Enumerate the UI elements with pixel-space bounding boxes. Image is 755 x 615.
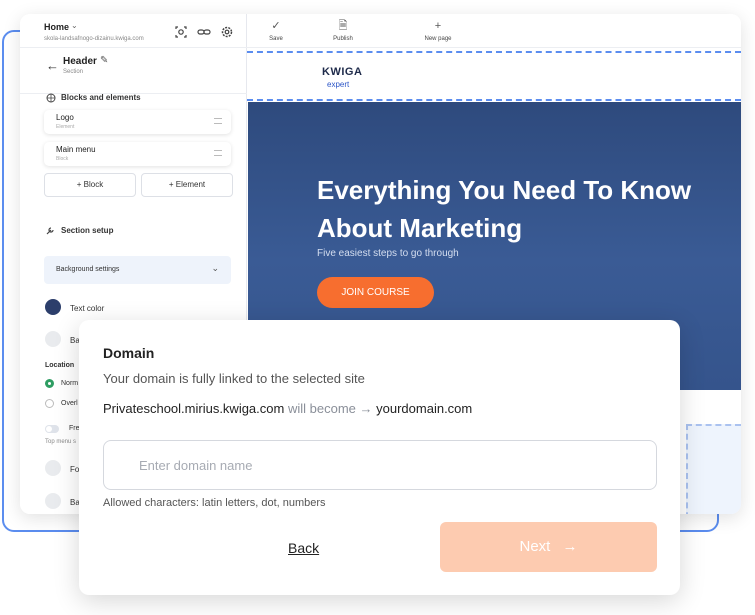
element-title: Logo	[56, 113, 74, 122]
gear-icon[interactable]	[220, 25, 234, 39]
hero-title: Everything You Need To Know About Market…	[317, 175, 692, 243]
element-title: Main menu	[56, 145, 96, 154]
domain-name-input[interactable]	[103, 440, 657, 490]
section-type: Section	[63, 69, 84, 75]
overlay-radio[interactable]	[45, 399, 54, 408]
allowed-characters-hint: Allowed characters: latin letters, dot, …	[103, 497, 326, 509]
editor-toolbar: ✓ Save 🗎 Publish + New page	[247, 14, 741, 48]
new-domain: yourdomain.com	[376, 401, 473, 416]
domain-change-line: Privateschool.mirius.kwiga.com will beco…	[103, 401, 472, 416]
location-label: Location	[45, 362, 75, 369]
current-domain: Privateschool.mirius.kwiga.com	[103, 401, 285, 416]
publish-button[interactable]: 🗎 Publish	[329, 19, 357, 42]
background2-color-swatch[interactable]	[45, 493, 61, 509]
pencil-icon[interactable]: ✎	[100, 55, 108, 66]
will-become-text: will become	[287, 401, 356, 416]
kwiga-logo-sub: expert	[327, 80, 350, 89]
domain-modal: Domain Your domain is fully linked to th…	[79, 320, 680, 595]
background-color-swatch[interactable]	[45, 331, 61, 347]
save-button[interactable]: ✓ Save	[268, 19, 284, 42]
text-color-label: Text color	[70, 304, 105, 313]
normal-radio[interactable]	[45, 379, 54, 388]
save-label: Save	[269, 36, 283, 42]
header-section-preview[interactable]: KWIGA expert	[247, 51, 741, 101]
element-type: Element	[56, 124, 75, 130]
fixed-toggle[interactable]	[45, 425, 59, 433]
new-page-button[interactable]: + New page	[421, 19, 455, 42]
kwiga-logo-text: KWIGA	[322, 66, 363, 78]
chevron-down-icon[interactable]: ⌄	[71, 21, 78, 30]
arrow-right-icon: →	[359, 401, 373, 416]
section-setup-heading: Section setup	[61, 226, 114, 235]
next-label: Next	[519, 538, 551, 555]
text-color-swatch[interactable]	[45, 299, 61, 315]
add-element-button[interactable]: + Element	[141, 173, 233, 197]
check-icon: ✓	[271, 20, 281, 32]
chevron-down-icon: ⌄	[211, 263, 219, 273]
link-icon[interactable]	[197, 25, 211, 39]
sidebar-top-bar: Home ⌄ skola-landsafnogo-dizainu.kwiga.c…	[20, 14, 247, 48]
preview-icon[interactable]	[174, 25, 188, 39]
drag-handle-icon[interactable]	[214, 118, 222, 124]
page-selector[interactable]: Home	[44, 22, 69, 32]
wrench-icon	[46, 227, 54, 235]
section-title: Header	[63, 56, 97, 67]
empty-section-placeholder	[686, 424, 741, 514]
top-menu-hint: Top menu s	[45, 439, 77, 445]
new-page-label: New page	[424, 36, 452, 42]
modal-title: Domain	[103, 345, 155, 361]
site-url: skola-landsafnogo-dizainu.kwiga.com	[44, 36, 144, 42]
blocks-icon	[46, 93, 56, 103]
element-logo[interactable]: Logo Element	[44, 110, 231, 134]
background-settings-label: Background settings	[56, 266, 120, 273]
modal-description: Your domain is fully linked to the selec…	[103, 371, 365, 386]
element-type: Block	[56, 156, 69, 162]
font-partial-label: Fo	[70, 465, 80, 474]
element-main-menu[interactable]: Main menu Block	[44, 142, 231, 166]
normal-radio-label: Norm	[61, 380, 79, 387]
font-color-swatch[interactable]	[45, 460, 61, 476]
add-block-button[interactable]: + Block	[44, 173, 136, 197]
hero-subtitle: Five easiest steps to go through	[317, 248, 459, 259]
overlay-radio-label: Overl	[61, 400, 78, 407]
background-settings-dropdown[interactable]: Background settings ⌄	[44, 256, 231, 284]
section-header-row: ← Header ✎ Section	[20, 50, 247, 94]
drag-handle-icon[interactable]	[214, 150, 222, 156]
back-button[interactable]: Back	[288, 540, 319, 556]
back-arrow-icon[interactable]: ←	[46, 58, 59, 73]
next-button[interactable]: Next →	[440, 522, 657, 572]
blocks-and-elements-heading: Blocks and elements	[61, 93, 141, 102]
join-course-button[interactable]: JOIN COURSE	[317, 277, 434, 308]
publish-label: Publish	[333, 36, 353, 42]
plus-icon: +	[434, 20, 442, 32]
fixed-toggle-label: Fre	[69, 425, 80, 432]
document-icon: 🗎	[338, 20, 348, 32]
arrow-right-icon: →	[562, 538, 578, 555]
